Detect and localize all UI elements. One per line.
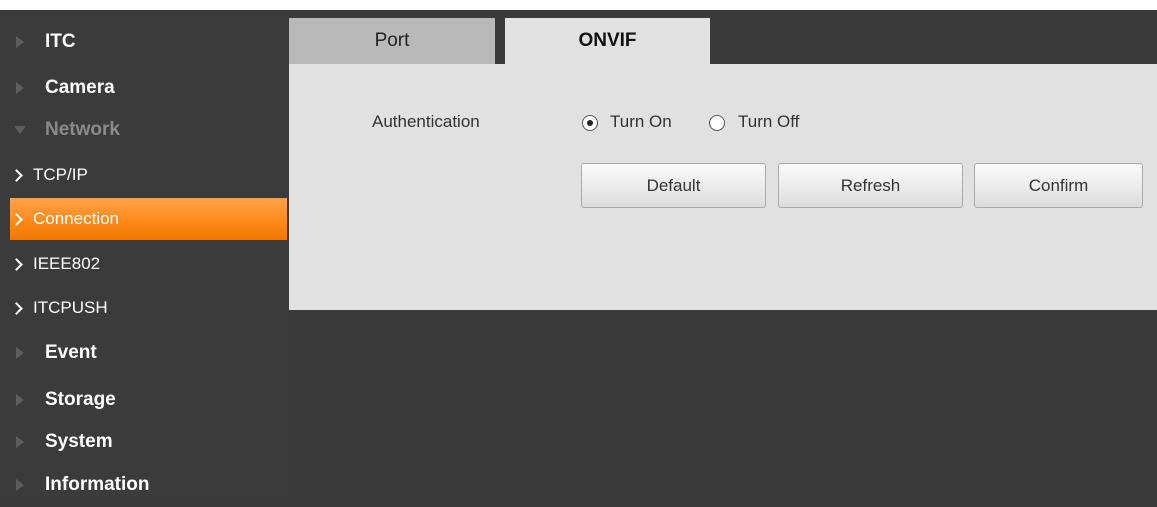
sidebar-item-storage[interactable]: Storage xyxy=(0,378,287,422)
sidebar-item-system[interactable]: System xyxy=(0,420,287,464)
sidebar-subitem-connection[interactable]: Connection xyxy=(10,198,287,240)
radio-selected-dot xyxy=(586,119,593,126)
chevron-right-icon xyxy=(10,168,23,182)
sidebar-item-camera[interactable]: Camera xyxy=(0,66,287,110)
sidebar-item-information[interactable]: Information xyxy=(0,463,287,507)
collapsed-arrow-icon xyxy=(16,347,24,359)
tab-port[interactable]: Port xyxy=(289,18,495,64)
sidebar-item-label: Network xyxy=(45,119,120,140)
turn-off-label[interactable]: Turn Off xyxy=(738,112,799,132)
sidebar-subitem-tcpip[interactable]: TCP/IP xyxy=(10,154,287,196)
collapsed-arrow-icon xyxy=(16,36,24,48)
sidebar-subitem-label: ITCPUSH xyxy=(33,298,108,317)
sidebar-item-label: Information xyxy=(45,474,150,495)
chevron-right-icon xyxy=(10,257,23,271)
sidebar-subitem-itcpush[interactable]: ITCPUSH xyxy=(10,287,287,329)
chevron-right-icon xyxy=(10,301,23,315)
top-strip xyxy=(0,0,1157,10)
collapsed-arrow-icon xyxy=(16,479,24,491)
collapsed-arrow-icon xyxy=(16,394,24,406)
chevron-right-icon xyxy=(10,212,23,226)
sidebar-item-label: ITC xyxy=(45,31,76,52)
sidebar-item-label: Event xyxy=(45,342,97,363)
sidebar-subitem-label: IEEE802 xyxy=(33,254,101,273)
sidebar-item-label: Storage xyxy=(45,389,116,410)
sidebar-item-label: Camera xyxy=(45,77,115,98)
turn-on-label[interactable]: Turn On xyxy=(610,112,672,132)
collapsed-arrow-icon xyxy=(16,436,24,448)
refresh-button[interactable]: Refresh xyxy=(778,163,963,208)
collapsed-arrow-icon xyxy=(16,82,24,94)
authentication-label: Authentication xyxy=(372,112,480,131)
sidebar-item-network[interactable]: Network xyxy=(0,108,287,152)
sidebar-item-label: System xyxy=(45,431,113,452)
tab-onvif[interactable]: ONVIF xyxy=(505,18,710,64)
sidebar-item-event[interactable]: Event xyxy=(0,331,287,375)
sidebar-subitem-label: Connection xyxy=(33,209,120,228)
sidebar-item-itc[interactable]: ITC xyxy=(0,20,287,64)
turn-off-radio[interactable] xyxy=(709,115,725,131)
sidebar-subitem-label: TCP/IP xyxy=(33,165,88,184)
expanded-arrow-icon xyxy=(14,126,26,134)
confirm-button[interactable]: Confirm xyxy=(974,163,1143,208)
sidebar-subitem-ieee802[interactable]: IEEE802 xyxy=(10,243,287,285)
default-button[interactable]: Default xyxy=(581,163,766,208)
turn-on-radio[interactable] xyxy=(582,115,598,131)
